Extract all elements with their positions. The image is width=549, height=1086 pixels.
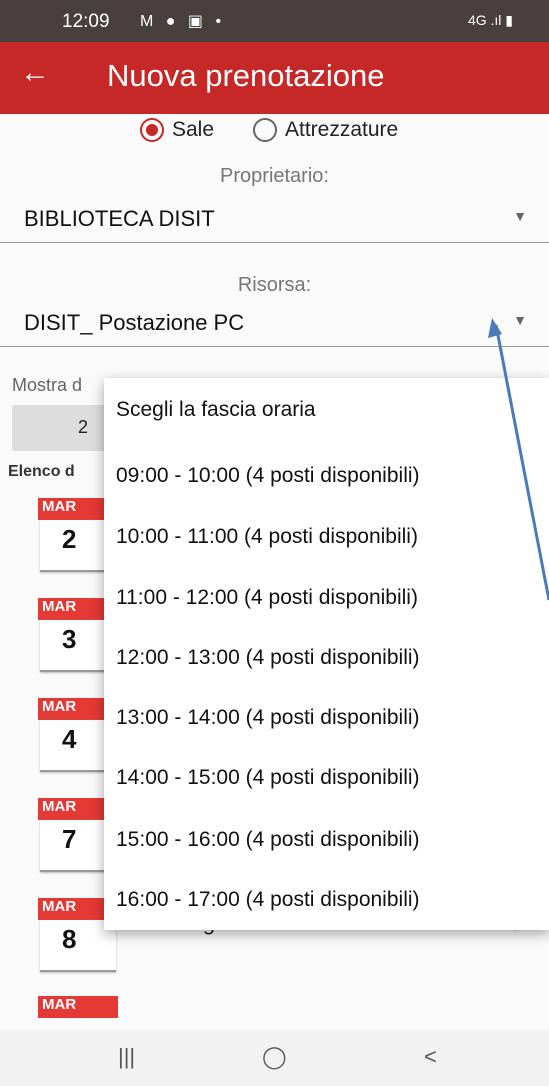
dropdown-arrow-icon: ▼: [513, 208, 527, 224]
time-slot-option[interactable]: 13:00 - 14:00 (4 posti disponibili): [116, 706, 420, 730]
signal-icon: 4G .ıl ▮: [467, 12, 513, 28]
status-bar: 12:09 M ● ▣ • 4G .ıl ▮: [0, 0, 549, 42]
nav-back-icon[interactable]: <: [424, 1044, 437, 1070]
popup-title: Scegli la fascia oraria: [116, 398, 316, 421]
type-radio-group: Sale Attrezzature: [0, 118, 549, 148]
time-slot-popup: Scegli la fascia oraria 09:00 - 10:00 (4…: [104, 378, 549, 930]
resource-label: Risorsa:: [237, 274, 312, 296]
app-bar: ← Nuova prenotazione: [0, 42, 549, 114]
radio-sale[interactable]: Sale: [140, 118, 214, 142]
radio-unselected-icon: [253, 118, 277, 142]
time-slot-option[interactable]: 16:00 - 17:00 (4 posti disponibili): [116, 888, 420, 912]
time-slot-option[interactable]: 12:00 - 13:00 (4 posti disponibili): [116, 646, 420, 670]
radio-selected-icon: [140, 118, 164, 142]
date-button[interactable]: 2: [12, 405, 112, 451]
resource-value: DISIT_ Postazione PC: [24, 310, 245, 335]
owner-label: Proprietario:: [220, 165, 329, 187]
recent-apps-icon[interactable]: |||: [118, 1044, 135, 1070]
date-button-label: 2: [78, 417, 89, 437]
time-slot-option[interactable]: 09:00 - 10:00 (4 posti disponibili): [116, 464, 420, 488]
notification-icons: M ● ▣ •: [140, 13, 226, 30]
time-slot-option[interactable]: 15:00 - 16:00 (4 posti disponibili): [116, 828, 420, 852]
list-header: Elenco d: [8, 463, 75, 480]
resource-spinner[interactable]: DISIT_ Postazione PC ▼: [0, 304, 549, 347]
list-item[interactable]: MAR: [0, 990, 549, 1031]
status-time: 12:09: [62, 11, 110, 32]
radio-attrezzature[interactable]: Attrezzature: [253, 118, 398, 142]
owner-value: BIBLIOTECA DISIT: [24, 206, 215, 231]
home-icon[interactable]: ◯: [262, 1044, 287, 1070]
time-slot-option[interactable]: 11:00 - 12:00 (4 posti disponibili): [116, 586, 418, 610]
time-slot-option[interactable]: 14:00 - 15:00 (4 posti disponibili): [116, 766, 420, 790]
radio-sale-label: Sale: [172, 118, 215, 141]
availability-label: Mostra d: [12, 375, 83, 395]
time-slot-option[interactable]: 10:00 - 11:00 (4 posti disponibili): [116, 525, 418, 549]
dropdown-arrow-icon: ▼: [513, 312, 527, 328]
owner-spinner[interactable]: BIBLIOTECA DISIT ▼: [0, 200, 549, 243]
back-arrow-icon[interactable]: ←: [20, 56, 50, 90]
system-nav-bar: ||| ◯ <: [0, 1030, 549, 1086]
page-title: Nuova prenotazione: [107, 58, 385, 93]
radio-attrezzature-label: Attrezzature: [285, 118, 399, 141]
